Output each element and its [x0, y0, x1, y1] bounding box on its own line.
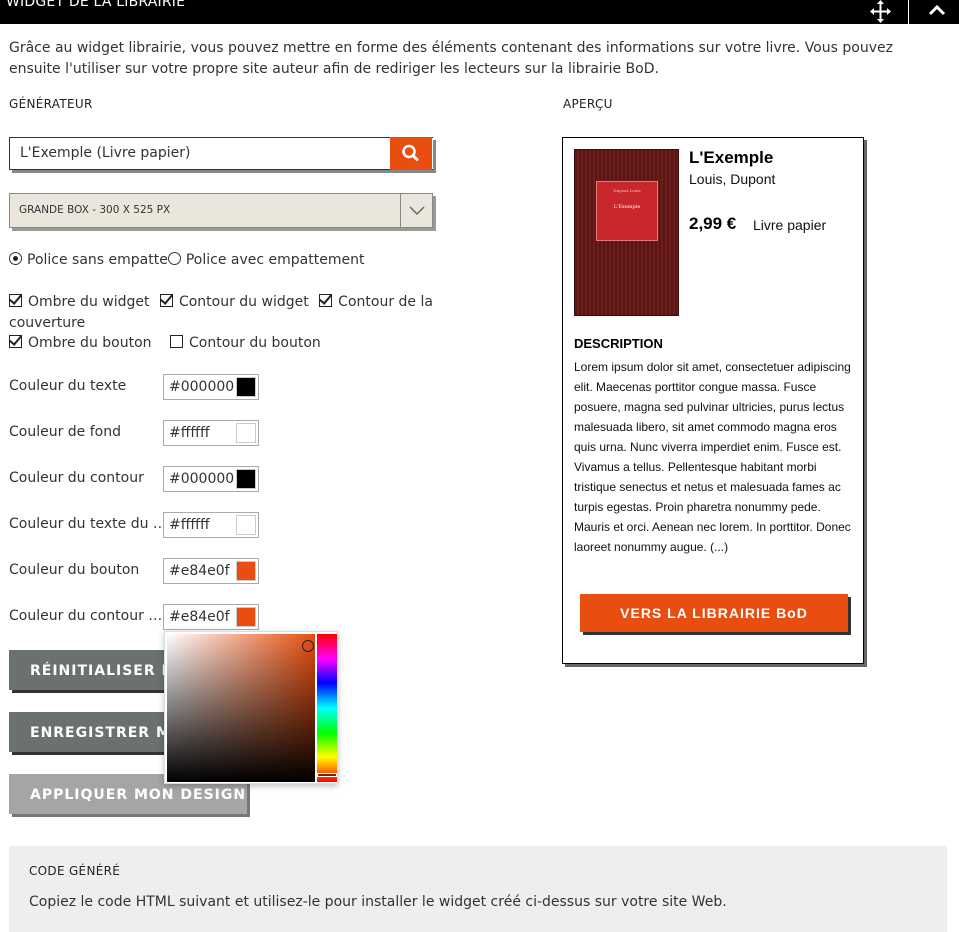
header-separator	[908, 0, 909, 24]
radio-serif[interactable]: Police avec empattement	[167, 252, 365, 268]
color-swatch[interactable]	[236, 377, 256, 397]
checkbox-widget-shadow-label: Ombre du widget	[28, 294, 150, 310]
color-label: Couleur du texte du …	[9, 516, 161, 532]
checkbox-button-shadow-label: Ombre du bouton	[28, 335, 152, 351]
color-row-text: Couleur du texte #000000	[9, 374, 259, 400]
description-title: DESCRIPTION	[574, 336, 663, 351]
move-icon[interactable]	[868, 0, 894, 24]
checkbox-widget-border-box[interactable]	[159, 294, 173, 307]
hue-slider[interactable]	[317, 634, 337, 782]
radio-serif-dot[interactable]	[167, 252, 181, 265]
color-swatch[interactable]	[236, 607, 256, 627]
checkbox-button-border-label: Contour du bouton	[188, 335, 321, 351]
book-format: Livre papier	[753, 217, 827, 233]
widget-title: WIDGET DE LA LIBRAIRIE	[6, 0, 186, 10]
font-radio-group: Police sans empatte Police avec empatteme…	[9, 252, 364, 268]
saturation-handle[interactable]	[302, 640, 314, 652]
shop-button[interactable]: VERS LA LIBRAIRIE BoD	[580, 594, 848, 632]
book-author: Louis, Dupont	[689, 171, 776, 187]
color-label: Couleur de fond	[9, 424, 121, 440]
chevron-down-icon	[400, 194, 432, 227]
color-label: Couleur du contour …	[9, 608, 161, 624]
checkbox-button-shadow[interactable]: Ombre du bouton	[9, 335, 152, 351]
color-label: Couleur du bouton	[9, 562, 140, 578]
widget-size-value: GRANDE BOX - 300 X 525 PX	[19, 204, 171, 216]
description-text: Lorem ipsum dolor sit amet, consectetuer…	[574, 360, 851, 554]
widget-size-select[interactable]: GRANDE BOX - 300 X 525 PX	[9, 193, 433, 228]
color-row-button-border: Couleur du contour … #e84e0f	[9, 604, 259, 630]
book-search-input[interactable]: L'Exemple (Livre papier)	[9, 137, 433, 170]
widget-header: WIDGET DE LA LIBRAIRIE	[0, 0, 959, 24]
radio-sans-serif-dot[interactable]	[9, 252, 22, 265]
checkbox-widget-shadow-box[interactable]	[9, 294, 22, 307]
color-swatch[interactable]	[236, 469, 256, 489]
generated-code-panel: CODE GÉNÉRÉ Copiez le code HTML suivant …	[9, 846, 947, 932]
checkbox-group-2: Ombre du bouton Contour du bouton	[9, 333, 439, 354]
checkbox-group: Ombre du widget Contour du widget Contou…	[9, 292, 439, 334]
color-swatch[interactable]	[236, 423, 256, 443]
color-input[interactable]: #000000	[163, 466, 259, 492]
chevron-up-icon[interactable]	[918, 0, 958, 24]
color-swatch[interactable]	[236, 515, 256, 535]
cover-author: Dupont Louis	[613, 188, 641, 193]
color-swatch[interactable]	[236, 561, 256, 581]
color-row-border: Couleur du contour #000000	[9, 466, 259, 492]
color-row-button: Couleur du bouton #e84e0f	[9, 558, 259, 584]
color-input[interactable]: #ffffff	[163, 512, 259, 538]
generated-code-instructions: Copiez le code HTML suivant et utilisez-…	[29, 894, 727, 910]
hue-handle[interactable]	[317, 773, 337, 777]
checkbox-widget-border[interactable]: Contour du widget	[159, 294, 309, 310]
search-icon	[402, 144, 419, 161]
checkbox-cover-border-box[interactable]	[319, 294, 333, 307]
checkbox-button-shadow-box[interactable]	[9, 335, 22, 348]
color-label: Couleur du texte	[9, 378, 127, 394]
saturation-value-area[interactable]	[167, 634, 315, 782]
preview-title: APERÇU	[563, 97, 613, 111]
book-price: 2,99 €	[689, 214, 737, 233]
color-input[interactable]: #000000	[163, 374, 259, 400]
checkbox-widget-border-label: Contour du widget	[178, 294, 309, 310]
book-title: L'Exemple	[689, 148, 774, 167]
color-hex: #ffffff	[169, 517, 210, 533]
checkbox-widget-shadow[interactable]: Ombre du widget	[9, 294, 149, 310]
radio-sans-serif-label: Police sans empatte	[27, 252, 168, 268]
color-hex: #e84e0f	[169, 563, 230, 579]
book-cover-image: Dupont Louis L'Exemple	[574, 149, 679, 316]
color-hex: #000000	[169, 471, 235, 487]
color-hex: #000000	[169, 379, 235, 395]
color-input[interactable]: #ffffff	[163, 420, 259, 446]
color-picker-popup	[164, 631, 338, 784]
checkbox-button-border[interactable]: Contour du bouton	[169, 335, 321, 351]
color-row-background: Couleur de fond #ffffff	[9, 420, 259, 446]
intro-text: Grâce au widget librairie, vous pouvez m…	[9, 40, 893, 77]
color-input[interactable]: #e84e0f	[163, 604, 259, 630]
color-label: Couleur du contour	[9, 470, 144, 486]
color-input[interactable]: #e84e0f	[163, 558, 259, 584]
book-search-value: L'Exemple (Livre papier)	[20, 145, 191, 161]
color-hex: #e84e0f	[169, 609, 230, 625]
generator-title: GÉNÉRATEUR	[9, 97, 93, 111]
checkbox-button-border-box[interactable]	[169, 335, 183, 348]
widget-preview: Dupont Louis L'Exemple L'Exemple Louis, …	[562, 137, 864, 664]
search-button[interactable]	[390, 137, 432, 170]
radio-sans-serif[interactable]: Police sans empatte	[9, 252, 168, 268]
cover-label: Dupont Louis L'Exemple	[596, 181, 658, 241]
generated-code-title: CODE GÉNÉRÉ	[29, 864, 121, 878]
color-row-button-text: Couleur du texte du … #ffffff	[9, 512, 259, 538]
color-hex: #ffffff	[169, 425, 210, 441]
cover-title: L'Exemple	[613, 204, 641, 210]
radio-serif-label: Police avec empattement	[185, 252, 365, 268]
